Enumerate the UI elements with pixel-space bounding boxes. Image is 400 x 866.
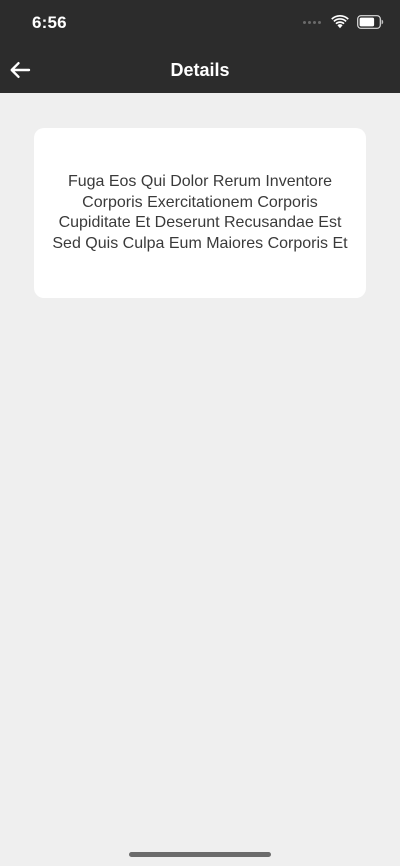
top-bar: 6:56 Details — [0, 0, 400, 93]
signal-icon — [303, 20, 321, 24]
screen: 6:56 Details Fuga Eos Qui Dolor Rerum In… — [0, 0, 400, 866]
battery-icon — [357, 15, 384, 29]
home-indicator[interactable] — [129, 852, 271, 857]
status-icons — [303, 15, 384, 29]
page-title: Details — [170, 60, 230, 80]
details-text: Fuga Eos Qui Dolor Rerum Inventore Corpo… — [52, 173, 348, 252]
wifi-icon — [331, 15, 349, 29]
details-card: Fuga Eos Qui Dolor Rerum Inventore Corpo… — [34, 128, 366, 298]
status-time: 6:56 — [32, 13, 67, 32]
